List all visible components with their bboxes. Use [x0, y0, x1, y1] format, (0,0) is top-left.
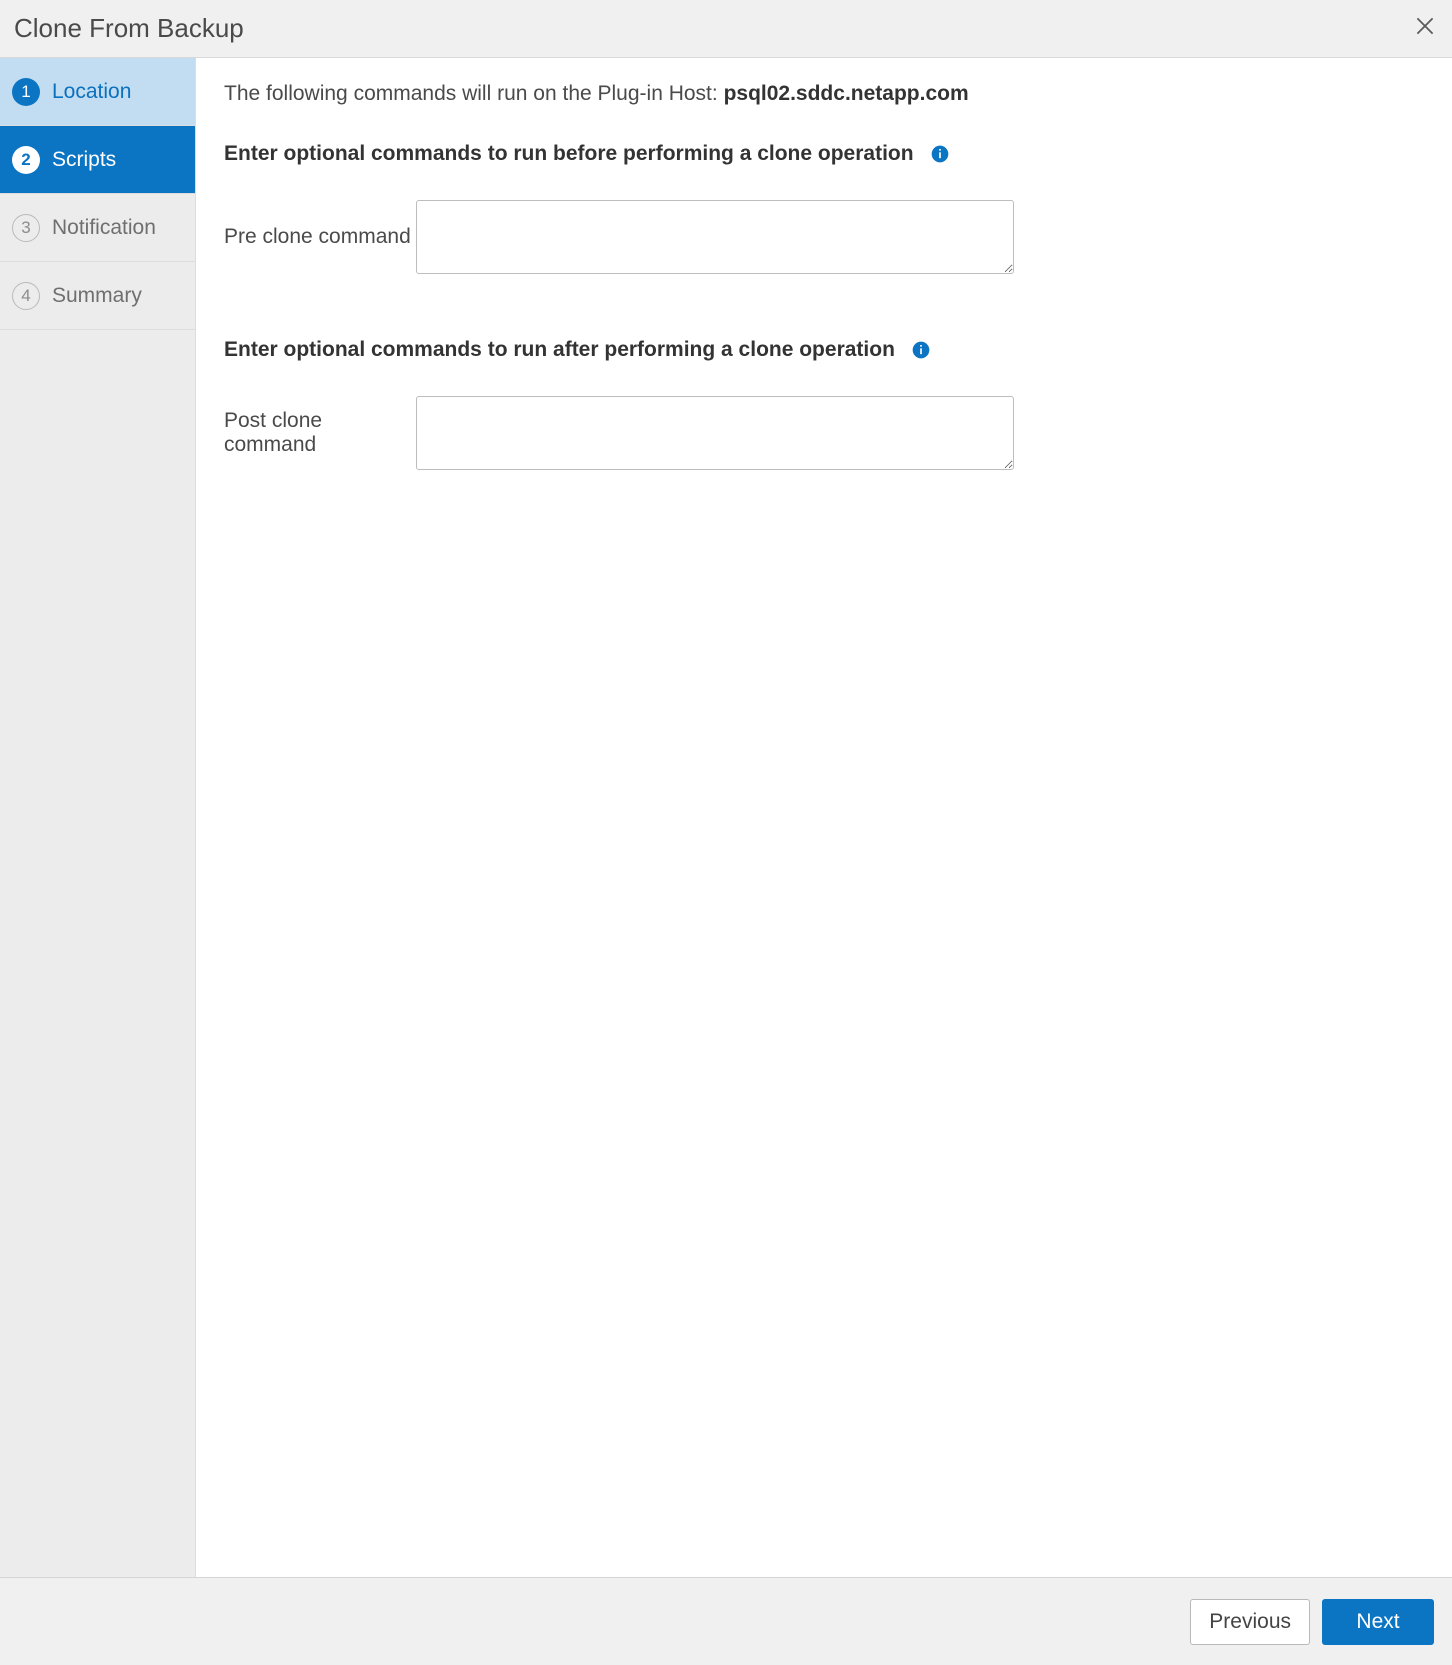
previous-button[interactable]: Previous [1190, 1599, 1310, 1645]
dialog-header: Clone From Backup [0, 0, 1452, 58]
pre-clone-command-input[interactable] [416, 200, 1014, 274]
post-clone-label: Post clone command [224, 409, 416, 457]
pre-clone-heading-text: Enter optional commands to run before pe… [224, 142, 914, 166]
post-clone-heading: Enter optional commands to run after per… [224, 338, 931, 362]
step-number: 3 [12, 214, 40, 242]
wizard-step-location[interactable]: 1 Location [0, 58, 195, 126]
info-icon[interactable] [911, 340, 931, 360]
dialog-footer: Previous Next [0, 1577, 1452, 1665]
pre-clone-label: Pre clone command [224, 225, 416, 249]
step-number: 4 [12, 282, 40, 310]
step-label: Notification [52, 216, 156, 240]
pre-clone-heading: Enter optional commands to run before pe… [224, 142, 950, 166]
step-label: Summary [52, 284, 142, 308]
wizard-sidebar: 1 Location 2 Scripts 3 Notification 4 Su… [0, 58, 196, 1577]
wizard-step-summary[interactable]: 4 Summary [0, 262, 195, 330]
wizard-step-notification[interactable]: 3 Notification [0, 194, 195, 262]
step-number: 2 [12, 146, 40, 174]
wizard-step-scripts[interactable]: 2 Scripts [0, 126, 195, 194]
pre-clone-field-row: Pre clone command [224, 200, 1424, 274]
dialog-title: Clone From Backup [14, 13, 244, 44]
step-label: Scripts [52, 148, 116, 172]
post-clone-heading-text: Enter optional commands to run after per… [224, 338, 895, 362]
host-name: psql02.sddc.netapp.com [724, 82, 969, 105]
next-button[interactable]: Next [1322, 1599, 1434, 1645]
host-info-line: The following commands will run on the P… [224, 82, 1424, 106]
post-clone-command-input[interactable] [416, 396, 1014, 470]
host-info-prefix: The following commands will run on the P… [224, 82, 724, 105]
post-clone-field-row: Post clone command [224, 396, 1424, 470]
wizard-content: The following commands will run on the P… [196, 58, 1452, 1577]
step-number: 1 [12, 78, 40, 106]
info-icon[interactable] [930, 144, 950, 164]
step-label: Location [52, 80, 131, 104]
close-icon[interactable] [1412, 13, 1438, 44]
